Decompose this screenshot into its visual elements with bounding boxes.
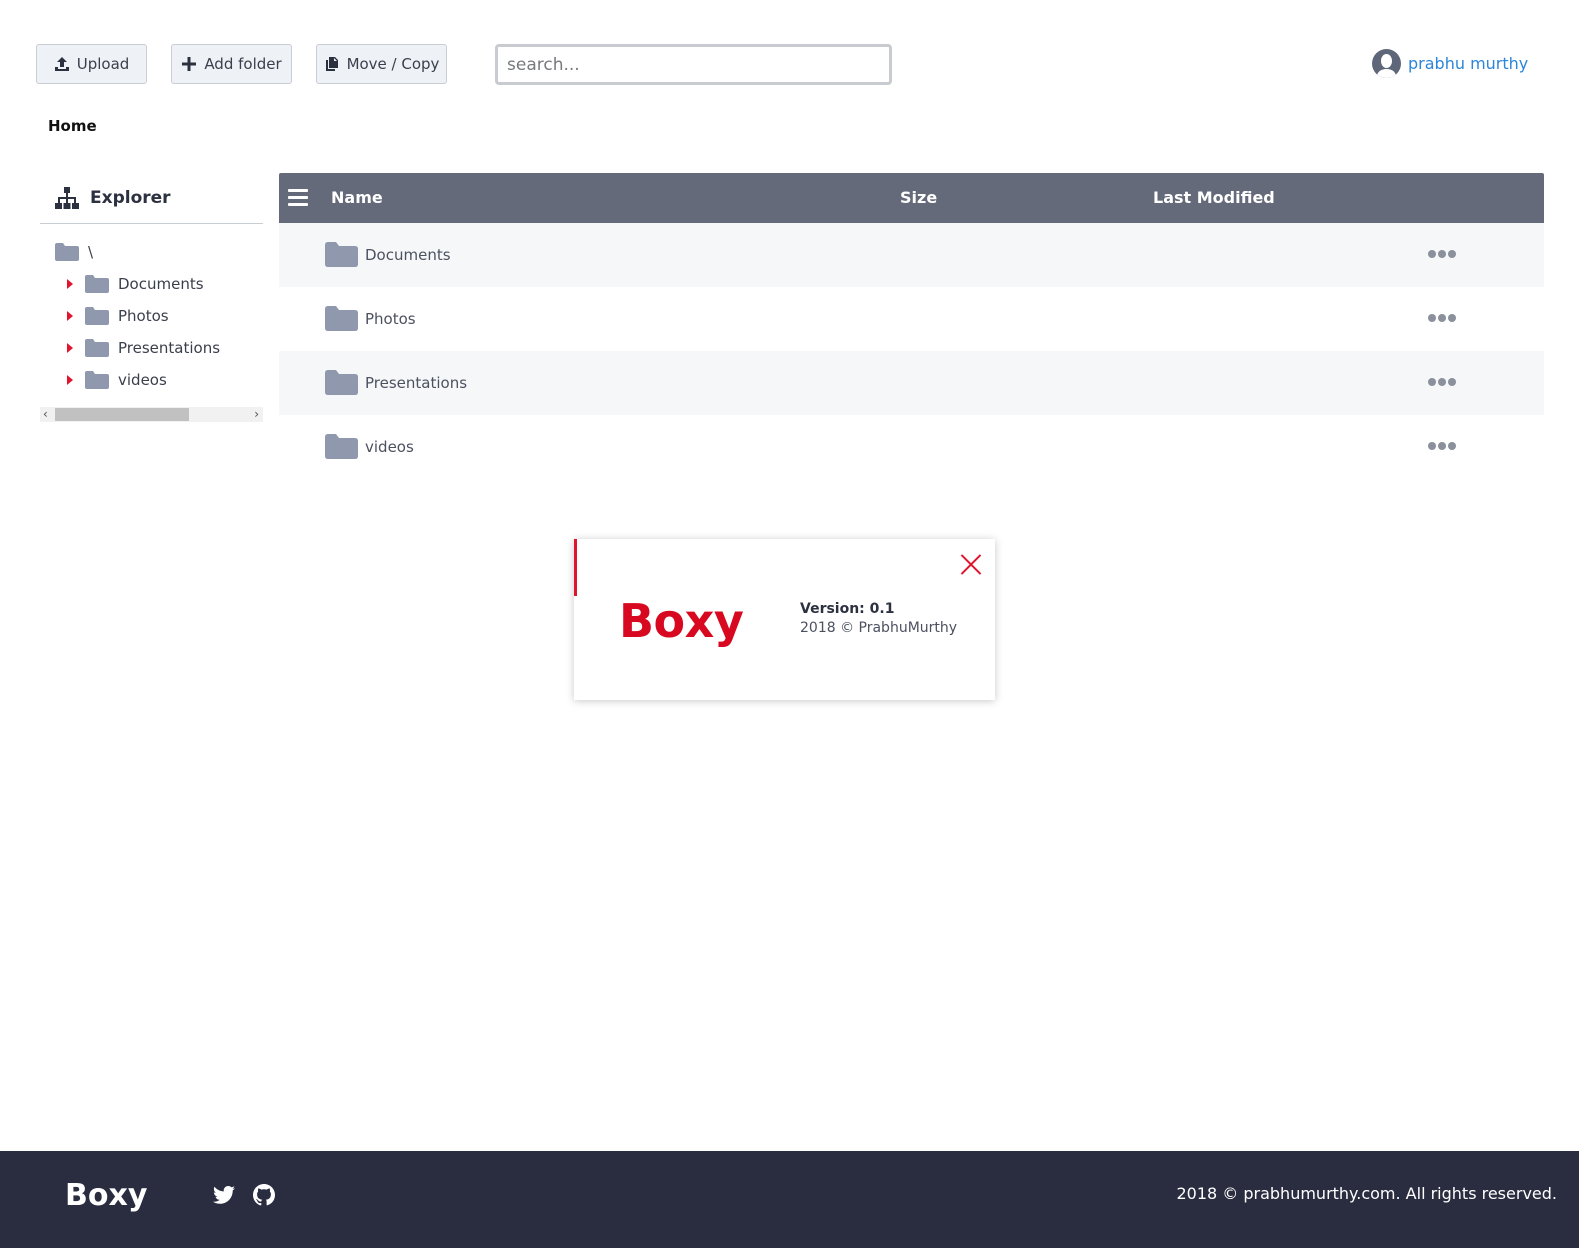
column-header-last-modified[interactable]: Last Modified xyxy=(1153,173,1275,223)
folder-icon xyxy=(325,306,358,331)
footer-copyright: 2018 © prabhumurthy.com. All rights rese… xyxy=(1176,1184,1557,1203)
table-row[interactable]: Presentations xyxy=(279,351,1544,415)
caret-right-icon[interactable] xyxy=(67,343,73,353)
tree-item-documents[interactable]: Documents xyxy=(67,272,204,296)
tree-item-videos[interactable]: videos xyxy=(67,368,167,392)
more-options-icon[interactable] xyxy=(1428,378,1456,386)
copy-icon xyxy=(325,57,338,71)
folder-icon xyxy=(55,243,79,261)
tree-root-label: \ xyxy=(88,243,94,261)
sitemap-icon xyxy=(55,186,79,209)
more-options-icon[interactable] xyxy=(1428,250,1456,258)
caret-right-icon[interactable] xyxy=(67,311,73,321)
breadcrumb-home[interactable]: Home xyxy=(48,117,97,135)
explorer-panel: Explorer \ Documents Photos Presentation… xyxy=(40,180,263,422)
folder-tree: \ Documents Photos Presentations videos xyxy=(40,224,263,404)
modal-accent-bar xyxy=(574,539,577,596)
table-row[interactable]: Documents xyxy=(279,223,1544,287)
move-copy-button-label: Move / Copy xyxy=(346,55,440,73)
plus-icon xyxy=(182,57,197,71)
tree-item-label: videos xyxy=(118,371,167,389)
folder-icon xyxy=(85,371,109,389)
modal-copyright: 2018 © PrabhuMurthy xyxy=(800,620,958,636)
modal-brand: Boxy xyxy=(619,594,744,648)
scrollbar-thumb[interactable] xyxy=(55,408,189,421)
caret-right-icon[interactable] xyxy=(67,279,73,289)
tree-item-label: Documents xyxy=(118,275,204,293)
more-options-icon[interactable] xyxy=(1428,314,1456,322)
table-row[interactable]: Photos xyxy=(279,287,1544,351)
user-name: prabhu murthy xyxy=(1408,54,1529,73)
table-row[interactable]: videos xyxy=(279,415,1544,479)
user-menu[interactable]: prabhu murthy xyxy=(1372,49,1528,78)
folder-icon xyxy=(325,370,358,395)
move-copy-button[interactable]: Move / Copy xyxy=(316,44,447,84)
search-input[interactable] xyxy=(495,44,892,85)
tree-item-label: Photos xyxy=(118,307,169,325)
folder-icon xyxy=(85,307,109,325)
folder-icon xyxy=(325,434,358,459)
caret-right-icon[interactable] xyxy=(67,375,73,385)
table-header: Name Size Last Modified xyxy=(279,173,1544,223)
upload-button-label: Upload xyxy=(76,55,130,73)
add-folder-button[interactable]: Add folder xyxy=(171,44,292,84)
footer: Boxy 2018 © prabhumurthy.com. All rights… xyxy=(0,1151,1579,1248)
column-header-size[interactable]: Size xyxy=(900,173,937,223)
hamburger-menu-icon[interactable] xyxy=(288,189,308,207)
file-name[interactable]: Presentations xyxy=(365,351,467,415)
folder-icon xyxy=(85,275,109,293)
horizontal-scrollbar[interactable]: ‹ › xyxy=(40,407,263,422)
file-name[interactable]: Photos xyxy=(365,287,416,351)
breadcrumb: Home xyxy=(48,117,97,135)
file-table: Name Size Last Modified Documents Photos… xyxy=(279,173,1544,479)
tree-item-label: Presentations xyxy=(118,339,221,357)
file-name[interactable]: Documents xyxy=(365,223,451,287)
github-icon[interactable] xyxy=(252,1183,276,1207)
more-options-icon[interactable] xyxy=(1428,442,1456,450)
footer-brand: Boxy xyxy=(65,1178,148,1213)
explorer-title: Explorer xyxy=(90,187,171,208)
twitter-icon[interactable] xyxy=(212,1183,236,1207)
about-modal: Boxy Version: 0.1 2018 © PrabhuMurthy xyxy=(574,539,995,700)
scroll-right-icon[interactable]: › xyxy=(254,407,259,422)
tree-item-presentations[interactable]: Presentations xyxy=(67,336,220,360)
close-icon[interactable] xyxy=(959,552,983,576)
column-header-name[interactable]: Name xyxy=(331,173,383,223)
add-folder-button-label: Add folder xyxy=(204,55,282,73)
folder-icon xyxy=(325,242,358,267)
upload-icon xyxy=(54,57,69,71)
explorer-header: Explorer xyxy=(40,180,263,215)
modal-version: Version: 0.1 xyxy=(800,601,895,617)
tree-item-photos[interactable]: Photos xyxy=(67,304,169,328)
file-name[interactable]: videos xyxy=(365,415,414,479)
avatar xyxy=(1372,49,1401,78)
folder-icon xyxy=(85,339,109,357)
scroll-left-icon[interactable]: ‹ xyxy=(43,407,48,422)
upload-button[interactable]: Upload xyxy=(36,44,147,84)
tree-root[interactable]: \ xyxy=(55,240,93,264)
